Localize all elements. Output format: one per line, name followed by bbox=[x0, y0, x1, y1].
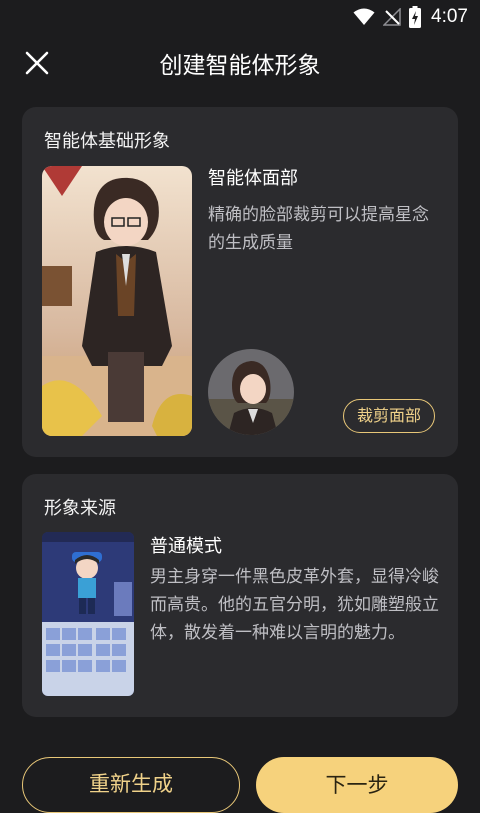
face-avatar[interactable] bbox=[208, 349, 294, 435]
battery-charging-icon bbox=[409, 6, 422, 28]
base-appearance-title: 智能体基础形象 bbox=[44, 131, 170, 152]
status-icons: 4:07 bbox=[353, 4, 468, 30]
base-appearance-card: 智能体基础形象 智能体面部 精确的脸部裁剪可以提高星念的生成质量 裁剪面部 bbox=[22, 107, 458, 457]
base-character-image[interactable] bbox=[42, 166, 192, 436]
mode-title: 普通模式 bbox=[150, 536, 222, 557]
status-time: 4:07 bbox=[431, 6, 468, 27]
source-title: 形象来源 bbox=[44, 498, 116, 519]
face-title: 智能体面部 bbox=[208, 168, 298, 189]
header: 创建智能体形象 bbox=[0, 34, 480, 90]
next-step-button[interactable]: 下一步 bbox=[256, 757, 458, 813]
signal-off-icon bbox=[383, 8, 401, 26]
status-bar: 4:07 bbox=[0, 0, 480, 34]
mode-description: 男主身穿一件黑色皮革外套，显得冷峻而高贵。他的五官分明，犹如雕塑般立体，散发着一… bbox=[150, 567, 439, 643]
source-screenshot-image[interactable] bbox=[42, 532, 134, 696]
page-title: 创建智能体形象 bbox=[159, 53, 321, 79]
regenerate-button[interactable]: 重新生成 bbox=[22, 757, 240, 813]
face-description: 精确的脸部裁剪可以提高星念的生成质量 bbox=[208, 205, 429, 253]
source-card: 形象来源 普通模式 男主身穿一件黑色皮革外套，显得冷峻而高贵。他的五官分明，犹如… bbox=[22, 474, 458, 717]
crop-face-button[interactable]: 裁剪面部 bbox=[343, 399, 435, 433]
wifi-icon bbox=[353, 8, 375, 25]
